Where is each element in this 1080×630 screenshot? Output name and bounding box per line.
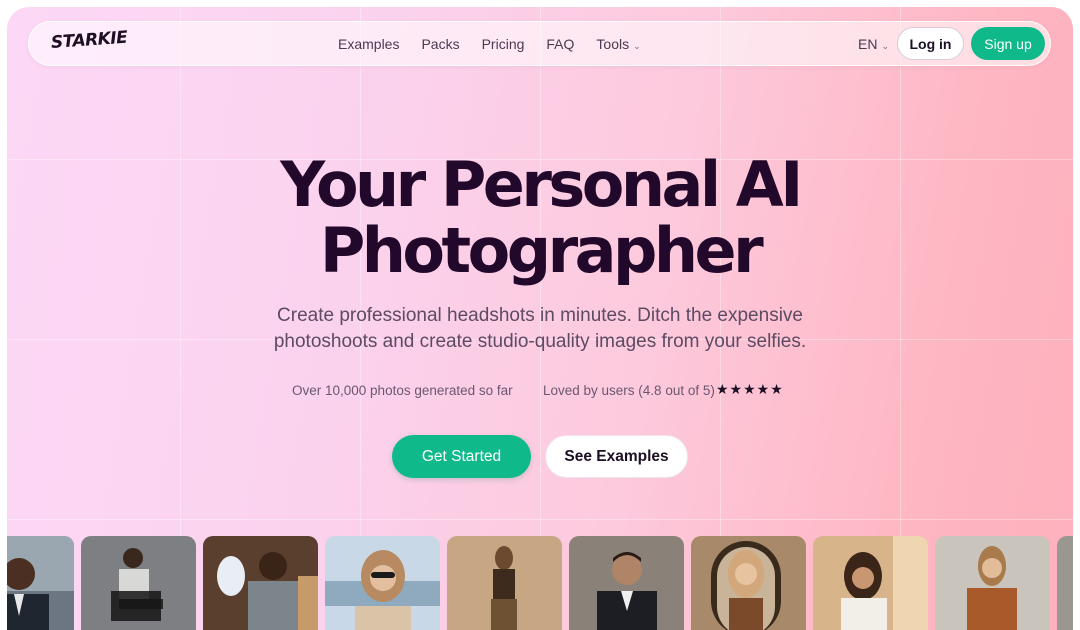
hero-title-line1: Your Personal AI [280,148,803,221]
portrait-photo-woman-standing-icon[interactable] [447,536,562,630]
top-navbar: STARKIE Examples Packs Pricing FAQ Tools… [28,21,1051,66]
portrait-photo-man-suit-icon[interactable] [569,536,684,630]
signup-button[interactable]: Sign up [971,27,1045,60]
portrait-photo-woman-sunlight-icon[interactable] [813,536,928,630]
login-button[interactable]: Log in [897,27,964,60]
hero-subtitle: Create professional headshots in minutes… [240,303,840,355]
star-rating-icon: ★★★★★ [716,381,784,397]
portrait-photo-woman-chair-icon[interactable] [81,536,196,630]
nav-link-faq[interactable]: FAQ [546,36,574,52]
language-selector[interactable]: EN ⌄ [858,36,889,52]
nav-link-examples[interactable]: Examples [338,36,399,52]
hero-title: Your Personal AI Photographer [7,152,1073,284]
portrait-photo-partial-icon[interactable] [1057,536,1073,630]
hero-subtitle-line1: Create professional headshots in minutes… [277,305,803,326]
portrait-photo-woman-blazer-icon[interactable] [935,536,1050,630]
nav-link-tools-label: Tools [596,36,630,52]
see-examples-button[interactable]: See Examples [545,435,688,478]
page-frame: STARKIE Examples Packs Pricing FAQ Tools… [7,7,1073,630]
logo[interactable]: STARKIE [50,28,128,53]
portrait-photo-man-airplane-icon[interactable] [203,536,318,630]
nav-link-packs[interactable]: Packs [421,36,459,52]
hero-title-line2: Photographer [319,214,764,287]
user-rating-stat: Loved by users (4.8 out of 5) [543,383,715,398]
chevron-down-icon: ⌄ [881,41,889,51]
chevron-down-icon: ⌄ [633,41,641,51]
example-photo-strip [7,536,1073,630]
language-label: EN [858,36,878,52]
nav-link-pricing[interactable]: Pricing [482,36,525,52]
photos-generated-stat: Over 10,000 photos generated so far [292,383,513,398]
get-started-button[interactable]: Get Started [392,435,531,478]
hero-subtitle-line2: photoshoots and create studio-quality im… [273,331,807,352]
portrait-photo-man-office-icon[interactable] [7,536,74,630]
nav-links: Examples Packs Pricing FAQ Tools ⌄ [338,36,663,52]
portrait-photo-woman-mirror-icon[interactable] [691,536,806,630]
nav-link-tools[interactable]: Tools ⌄ [596,36,640,52]
portrait-photo-woman-sunglasses-icon[interactable] [325,536,440,630]
